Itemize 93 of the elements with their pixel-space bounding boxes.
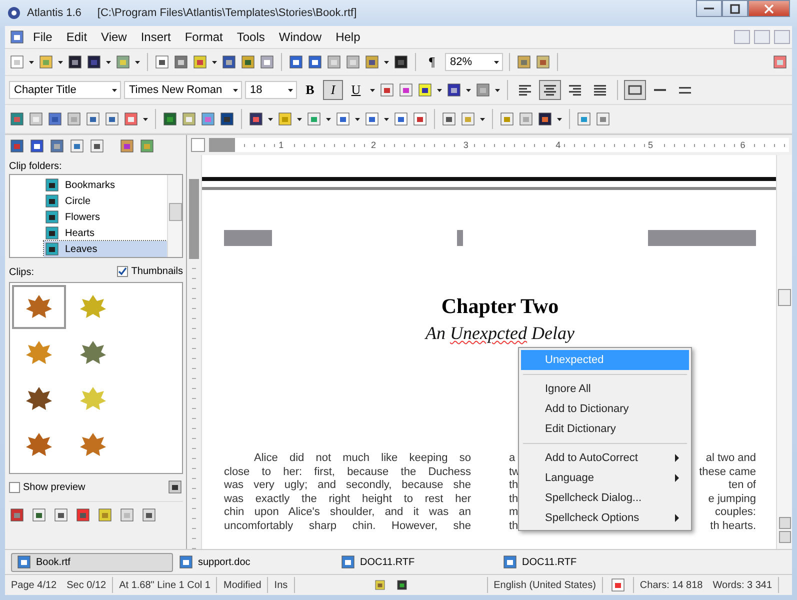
file-path: [C:\Program Files\Atlantis\Templates\Stories\Book.rtf] (97, 7, 357, 19)
tree-item[interactable]: Bookmarks (44, 177, 167, 193)
minimize-icon (704, 7, 714, 10)
underline-button[interactable]: U (346, 80, 366, 100)
tree-item[interactable]: Circle (44, 193, 167, 209)
body-text-line: chin upon Alice's shoulder, and it was an (224, 506, 471, 520)
menu-item[interactable]: Spellcheck Options (521, 508, 689, 528)
menu-item[interactable]: Add to AutoCorrect (521, 448, 689, 468)
tree-item[interactable]: Flowers (44, 209, 167, 225)
scrollbar[interactable] (167, 175, 182, 257)
menu-item[interactable]: Edit Dictionary (521, 419, 689, 439)
checkbox[interactable]: Thumbnails (117, 266, 183, 277)
body-text-line: uncomfortably sharp chin. However, she (224, 520, 471, 534)
body-text-fragment: al two and (706, 452, 756, 466)
ruler-number: 6 (738, 140, 748, 150)
body-text-fragment: couples: (715, 506, 756, 520)
tree-item[interactable]: Hearts (44, 225, 167, 241)
panel-label: Clip folders: (9, 161, 63, 172)
body-text-line: Alice did not much like keeping so (253, 452, 471, 466)
bold-button[interactable]: B (300, 80, 320, 100)
insert-mode: Ins (274, 580, 288, 590)
page-number: Page 4/12 (11, 580, 57, 590)
menu-item[interactable]: Add to Dictionary (521, 399, 689, 419)
ruler-number: 5 (646, 140, 655, 150)
maximize-icon (730, 4, 740, 14)
document-tab[interactable]: DOC11.RTF (335, 552, 497, 572)
submenu-arrow-icon (675, 454, 679, 462)
maximize-button[interactable] (722, 0, 748, 17)
body-text-fragment: e jumping (708, 492, 756, 506)
menu-item[interactable]: Language (521, 468, 689, 488)
checkbox[interactable]: Show preview (9, 482, 86, 492)
next-page-button[interactable] (778, 531, 790, 543)
border-box-icon[interactable] (624, 80, 646, 100)
body-text-line: was very ugly; and secondly, because she (224, 479, 471, 493)
tree-item[interactable]: Leaves (44, 241, 167, 257)
cursor-position: At 1.68" Line 1 Col 1 (119, 580, 210, 590)
body-text-fragment: these came (699, 466, 756, 480)
previous-page-button[interactable] (778, 517, 790, 529)
body-text-fragment: th hearts. (710, 520, 756, 534)
font-dropdown[interactable]: Times New Roman (124, 81, 242, 99)
vertical-scrollbar[interactable] (776, 155, 792, 549)
zoom-dropdown[interactable]: 82% (445, 53, 503, 71)
chapter-heading: Chapter Two (440, 294, 560, 319)
window-title: Atlantis 1.6 (27, 7, 82, 19)
chapter-subtitle: An Unexpcted Delay (424, 323, 576, 344)
close-button[interactable] (748, 0, 790, 17)
menu-item[interactable]: Format (178, 28, 229, 46)
style-dropdown[interactable]: Chapter Title (9, 81, 121, 99)
ruler-number: 3 (461, 140, 470, 150)
menu-item[interactable]: Insert (134, 28, 177, 46)
menu-item[interactable]: Tools (230, 28, 271, 46)
modified-status: Modified (223, 580, 262, 590)
panel-label: Clips: (9, 267, 34, 278)
body-text-line: close to her: first, because the Duchess (224, 466, 471, 480)
word-count: Words: 3 341 (712, 580, 772, 590)
menu-item[interactable]: Ignore All (521, 379, 689, 399)
menu-item[interactable]: Spellcheck Dialog... (521, 488, 689, 508)
menu-item[interactable]: View (95, 28, 133, 46)
header-field (224, 230, 272, 246)
paragraph-marks-button[interactable]: ¶ (422, 52, 442, 72)
body-text-fragment: th (509, 492, 518, 506)
body-text-line: was exactly the right height to rest her (224, 492, 471, 506)
close-icon (764, 4, 774, 14)
tab-stop-selector[interactable] (191, 138, 205, 152)
body-text-fragment: m (509, 506, 518, 520)
document-tab[interactable]: DOC11.RTF (497, 552, 659, 572)
body-text-fragment: a (509, 452, 516, 466)
document-tab[interactable]: support.doc (173, 552, 335, 572)
character-count: Chars: 14 818 (640, 580, 703, 590)
body-text-fragment: th (509, 520, 518, 534)
body-text-fragment: ten of (728, 479, 756, 493)
header-field (457, 230, 463, 246)
minimize-button[interactable] (696, 0, 722, 17)
body-text-fragment: th (509, 479, 518, 493)
clip-thumbnail[interactable] (12, 285, 66, 329)
font-size-dropdown[interactable]: 18 (245, 81, 297, 99)
checkmark-icon (118, 267, 128, 276)
menu-item[interactable]: Help (330, 28, 366, 46)
scrollbar-thumb[interactable] (778, 289, 791, 306)
document-tab[interactable]: Book.rtf (11, 552, 173, 572)
submenu-arrow-icon (675, 514, 679, 522)
language-indicator[interactable]: English (United States) (494, 580, 596, 590)
align-center-icon[interactable] (539, 80, 561, 100)
section-number: Sec 0/12 (66, 580, 106, 590)
ruler-number: 4 (554, 140, 563, 150)
italic-button[interactable]: I (323, 80, 343, 100)
menu-item[interactable]: Window (272, 28, 328, 46)
menu-item[interactable]: Edit (60, 28, 94, 46)
ruler-number: 2 (368, 140, 378, 150)
menu-item[interactable]: File (27, 28, 58, 46)
ruler-number: 1 (276, 140, 286, 150)
app-logo-icon (7, 6, 21, 20)
submenu-arrow-icon (675, 474, 679, 482)
